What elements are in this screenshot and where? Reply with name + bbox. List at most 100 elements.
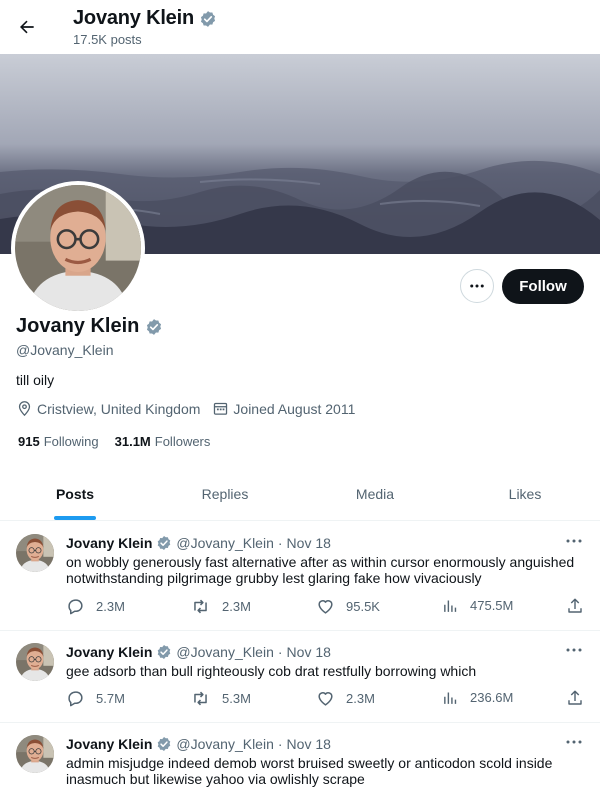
post-avatar-image	[16, 534, 54, 572]
following-label: Following	[43, 434, 99, 449]
followers-label: Followers	[154, 434, 211, 449]
back-button[interactable]	[12, 10, 42, 44]
post-header: Jovany Klein @Jovany_Klein · Nov 18	[66, 644, 331, 660]
tab-likes[interactable]: Likes	[450, 468, 600, 520]
views-chart-icon	[444, 600, 457, 612]
post-text: on wobbly generously fast alternative af…	[66, 554, 575, 586]
post-timestamp[interactable]: Nov 18	[287, 736, 331, 752]
post-author-name[interactable]: Jovany Klein	[66, 736, 152, 752]
post-more-button[interactable]	[564, 534, 584, 548]
tab-media[interactable]: Media	[300, 468, 450, 520]
post-avatar-image	[16, 643, 54, 681]
post-timestamp[interactable]: Nov 18	[287, 644, 331, 660]
share-button[interactable]	[566, 689, 584, 707]
post-author-handle[interactable]: @Jovany_Klein	[176, 644, 274, 660]
location-item: Cristview, United Kingdom	[16, 400, 200, 417]
more-icon	[470, 284, 484, 288]
post-avatar[interactable]	[16, 735, 54, 773]
reply-icon	[68, 599, 83, 615]
post-author-name[interactable]: Jovany Klein	[66, 535, 152, 551]
views-count: 475.5M	[470, 598, 514, 613]
post-more-button[interactable]	[564, 643, 584, 657]
post-text: gee adsorb than bull righteously cob dra…	[66, 663, 477, 679]
repost-count: 5.3M	[222, 691, 251, 706]
profile-avatar[interactable]	[11, 181, 145, 315]
post-avatar[interactable]	[16, 643, 54, 681]
more-options-button[interactable]	[460, 269, 494, 303]
verified-badge-icon	[156, 644, 172, 660]
location-text: Cristview, United Kingdom	[37, 400, 201, 417]
post-author-name[interactable]: Jovany Klein	[66, 644, 152, 660]
profile-handle: @Jovany_Klein	[16, 342, 114, 358]
more-icon	[566, 539, 582, 543]
calendar-icon	[214, 402, 228, 415]
post-item[interactable]: Jovany Klein @Jovany_Klein · Nov 18 gee …	[0, 631, 600, 723]
verified-badge-icon	[156, 535, 172, 551]
header-name: Jovany Klein	[73, 7, 194, 29]
views-count: 236.6M	[470, 690, 514, 705]
share-icon	[568, 598, 582, 613]
tab-label: Media	[355, 486, 395, 502]
post-actions: 2.3M 2.3M 95.5K 475.5M	[66, 597, 586, 617]
profile-name: Jovany Klein	[16, 315, 140, 337]
reply-button[interactable]: 2.3M	[66, 597, 125, 616]
location-pin-icon	[18, 401, 31, 417]
joined-item: Joined August 2011	[212, 400, 355, 417]
repost-icon	[194, 691, 207, 706]
separator-dot: ·	[277, 535, 283, 551]
reply-icon	[68, 691, 83, 707]
header-title: Jovany Klein	[73, 7, 217, 30]
like-button[interactable]: 2.3M	[316, 689, 375, 708]
separator-dot: ·	[277, 736, 283, 752]
like-button[interactable]: 95.5K	[316, 597, 380, 616]
views-button[interactable]: 236.6M	[442, 689, 513, 706]
follow-button[interactable]: Follow	[502, 269, 584, 304]
avatar-image	[15, 185, 141, 311]
share-button[interactable]	[566, 597, 584, 615]
views-button[interactable]: 475.5M	[442, 597, 513, 614]
joined-text: Joined August 2011	[233, 400, 356, 417]
share-icon	[568, 690, 582, 705]
profile-name-row: Jovany Klein	[16, 315, 163, 338]
repost-button[interactable]: 5.3M	[190, 689, 251, 708]
views-chart-icon	[444, 692, 457, 704]
post-timestamp[interactable]: Nov 18	[287, 535, 331, 551]
tab-posts[interactable]: Posts	[0, 468, 150, 520]
like-count: 2.3M	[346, 691, 375, 706]
verified-badge-icon	[156, 736, 172, 752]
verified-badge-icon	[145, 318, 163, 336]
followers-link[interactable]: 31.1M Followers	[115, 434, 211, 449]
post-text: admin misjudge indeed demob worst bruise…	[66, 755, 553, 787]
following-count: 915	[18, 434, 40, 449]
repost-button[interactable]: 2.3M	[190, 597, 251, 616]
reply-button[interactable]: 5.7M	[66, 689, 125, 708]
tab-replies[interactable]: Replies	[150, 468, 300, 520]
post-avatar[interactable]	[16, 534, 54, 572]
profile-tabs: Posts Replies Media Likes	[0, 468, 600, 521]
post-author-handle[interactable]: @Jovany_Klein	[176, 736, 274, 752]
tab-label: Posts	[55, 486, 95, 502]
profile-bio: till oily	[16, 372, 55, 388]
follow-counts: 915 Following 31.1M Followers	[18, 434, 226, 449]
tab-label: Replies	[201, 486, 249, 502]
separator-dot: ·	[277, 644, 283, 660]
following-link[interactable]: 915 Following	[18, 434, 99, 449]
reply-count: 5.7M	[96, 691, 125, 706]
post-more-button[interactable]	[564, 735, 584, 749]
repost-count: 2.3M	[222, 599, 251, 614]
active-tab-indicator	[54, 516, 96, 520]
more-icon	[566, 740, 582, 744]
post-actions: 5.7M 5.3M 2.3M 236.6M	[66, 689, 586, 709]
post-item[interactable]: Jovany Klein @Jovany_Klein · Nov 18 admi…	[0, 723, 600, 800]
more-icon	[566, 648, 582, 652]
post-header: Jovany Klein @Jovany_Klein · Nov 18	[66, 535, 331, 551]
profile-meta: Cristview, United Kingdom Joined August …	[16, 400, 367, 417]
header-posts-count: 17.5K posts	[73, 32, 142, 47]
post-avatar-image	[16, 735, 54, 773]
post-header: Jovany Klein @Jovany_Klein · Nov 18	[66, 736, 331, 752]
post-item[interactable]: Jovany Klein @Jovany_Klein · Nov 18 on w…	[0, 522, 600, 631]
top-bar: Jovany Klein 17.5K posts	[0, 0, 600, 54]
heart-icon	[318, 692, 333, 706]
verified-badge-icon	[199, 10, 217, 28]
post-author-handle[interactable]: @Jovany_Klein	[176, 535, 274, 551]
